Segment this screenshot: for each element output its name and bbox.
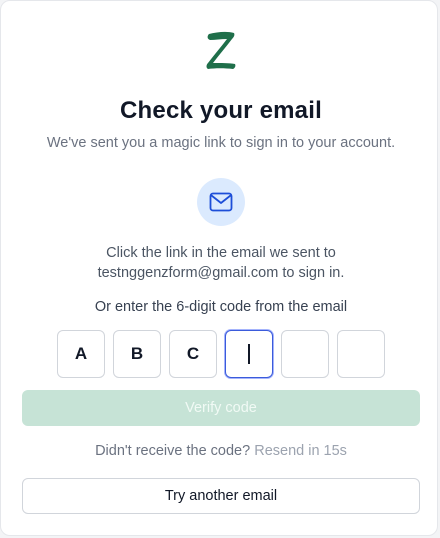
code-label: Or enter the 6-digit code from the email	[94, 299, 348, 315]
instructions-text: Click the link in the email we sent to t…	[1, 243, 440, 283]
code-digit-4[interactable]	[225, 330, 273, 378]
try-another-email-button[interactable]: Try another email	[22, 478, 420, 514]
page-title: Check your email	[120, 97, 322, 124]
resend-row: Didn't receive the code? Resend in 15s	[1, 443, 440, 459]
mail-icon-badge	[197, 178, 245, 226]
code-digit-5[interactable]	[281, 330, 329, 378]
instructions-line-1: Click the link in the email we sent to	[106, 245, 336, 261]
verify-code-button[interactable]: Verify code	[22, 390, 420, 426]
page-subtitle: We've sent you a magic link to sign in t…	[46, 135, 396, 151]
check-email-card: Check your email We've sent you a magic …	[0, 0, 438, 536]
instructions-line-2: testnggenzform@gmail.com to sign in.	[97, 265, 345, 281]
code-digit-2[interactable]: B	[113, 330, 161, 378]
z-logo-icon	[206, 31, 236, 70]
code-digit-1[interactable]: A	[57, 330, 105, 378]
mail-icon	[209, 192, 233, 212]
resend-link[interactable]: Resend in 15s	[254, 443, 347, 459]
code-digit-3[interactable]: C	[169, 330, 217, 378]
resend-prompt: Didn't receive the code?	[95, 443, 251, 459]
code-digit-6[interactable]	[337, 330, 385, 378]
text-caret	[248, 344, 250, 364]
